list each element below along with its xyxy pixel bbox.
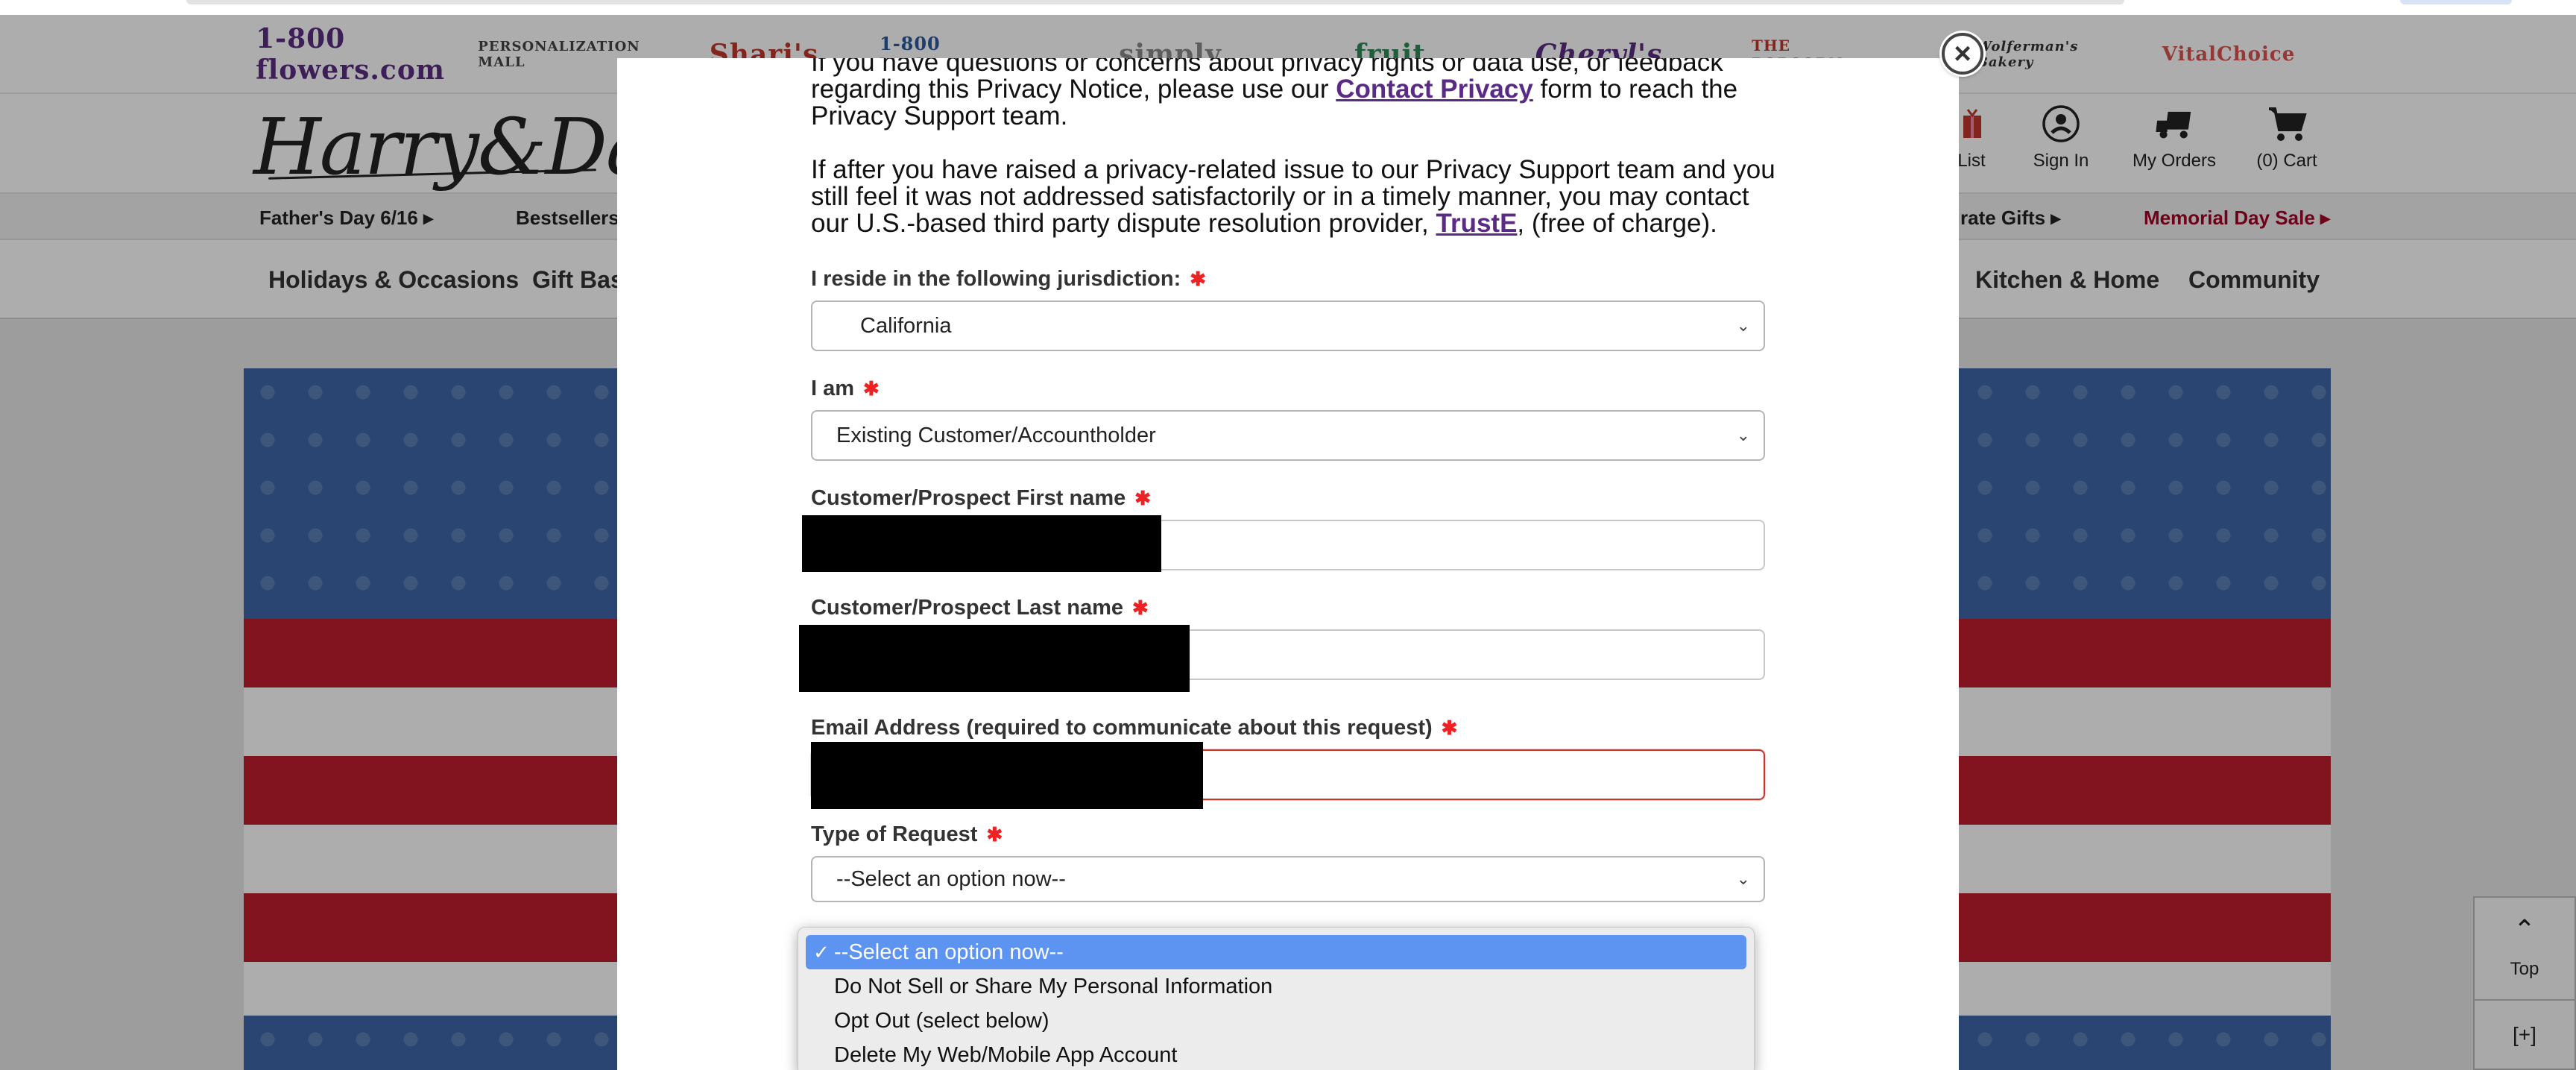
i-am-label-text: I am <box>811 377 855 400</box>
close-icon: × <box>1954 37 1972 70</box>
email-field[interactable] <box>811 742 1765 809</box>
i-am-select[interactable]: Existing Customer/Accountholder ⌄ <box>811 410 1765 461</box>
chevron-down-icon: ⌄ <box>1736 869 1750 888</box>
i-am-value: Existing Customer/Accountholder <box>836 423 1156 447</box>
request-type-select[interactable]: --Select an option now-- ⌄ <box>811 856 1765 902</box>
chevron-down-icon: ⌄ <box>1736 316 1750 335</box>
close-modal-button[interactable]: × <box>1942 33 1983 75</box>
first-name-label: Customer/Prospect First name ✱ <box>811 486 1780 511</box>
last-name-label-text: Customer/Prospect Last name <box>811 596 1124 620</box>
request-type-label-text: Type of Request <box>811 822 978 846</box>
privacy-request-form: If you have questions or concerns about … <box>799 58 1780 902</box>
dropdown-option[interactable]: Do Not Sell or Share My Personal Informa… <box>798 969 1754 1004</box>
chevron-down-icon: ⌄ <box>1736 426 1750 444</box>
truste-link[interactable]: TrustE <box>1436 209 1518 238</box>
jurisdiction-select[interactable]: California ⌄ <box>811 300 1765 351</box>
redaction-block <box>799 625 1190 692</box>
first-name-label-text: Customer/Prospect First name <box>811 486 1126 510</box>
contact-privacy-link[interactable]: Contact Privacy <box>1336 75 1533 104</box>
request-type-label: Type of Request ✱ <box>811 822 1780 847</box>
redaction-block <box>811 742 1203 809</box>
required-asterisk-icon: ✱ <box>986 823 1003 846</box>
required-asterisk-icon: ✱ <box>1132 597 1149 619</box>
dispute-resolution-paragraph: If after you have raised a privacy-relat… <box>811 157 1780 237</box>
last-name-label: Customer/Prospect Last name ✱ <box>811 596 1780 620</box>
para2-text-after: , (free of charge). <box>1517 209 1717 238</box>
checkmark-icon: ✓ <box>813 941 830 963</box>
first-name-field[interactable] <box>802 515 1765 572</box>
dropdown-option-selected-label: --Select an option now-- <box>834 940 1064 964</box>
request-type-dropdown-list: ✓ --Select an option now-- Do Not Sell o… <box>798 927 1755 1070</box>
address-bar[interactable] <box>186 0 2124 4</box>
required-asterisk-icon: ✱ <box>863 377 880 400</box>
browser-toolbar-edge <box>0 0 2576 15</box>
dropdown-option[interactable]: Delete My Web/Mobile App Account <box>798 1038 1754 1070</box>
request-type-value: --Select an option now-- <box>836 866 1066 891</box>
required-asterisk-icon: ✱ <box>1190 268 1207 290</box>
redaction-block <box>802 515 1161 572</box>
email-label-text: Email Address (required to communicate a… <box>811 716 1433 740</box>
i-am-label: I am ✱ <box>811 377 1780 401</box>
last-name-field[interactable] <box>799 625 1765 692</box>
required-asterisk-icon: ✱ <box>1134 487 1152 509</box>
jurisdiction-label-text: I reside in the following jurisdiction: <box>811 267 1181 291</box>
required-asterisk-icon: ✱ <box>1441 717 1458 739</box>
jurisdiction-label: I reside in the following jurisdiction: ✱ <box>811 267 1780 292</box>
email-label: Email Address (required to communicate a… <box>811 716 1780 740</box>
privacy-request-modal: If you have questions or concerns about … <box>617 58 1959 1070</box>
browser-button[interactable] <box>2400 0 2512 4</box>
dropdown-option[interactable]: Opt Out (select below) <box>798 1004 1754 1038</box>
privacy-contact-paragraph: If you have questions or concerns about … <box>811 58 1780 130</box>
dropdown-option-selected[interactable]: ✓ --Select an option now-- <box>806 935 1746 969</box>
jurisdiction-value: California <box>860 313 952 338</box>
